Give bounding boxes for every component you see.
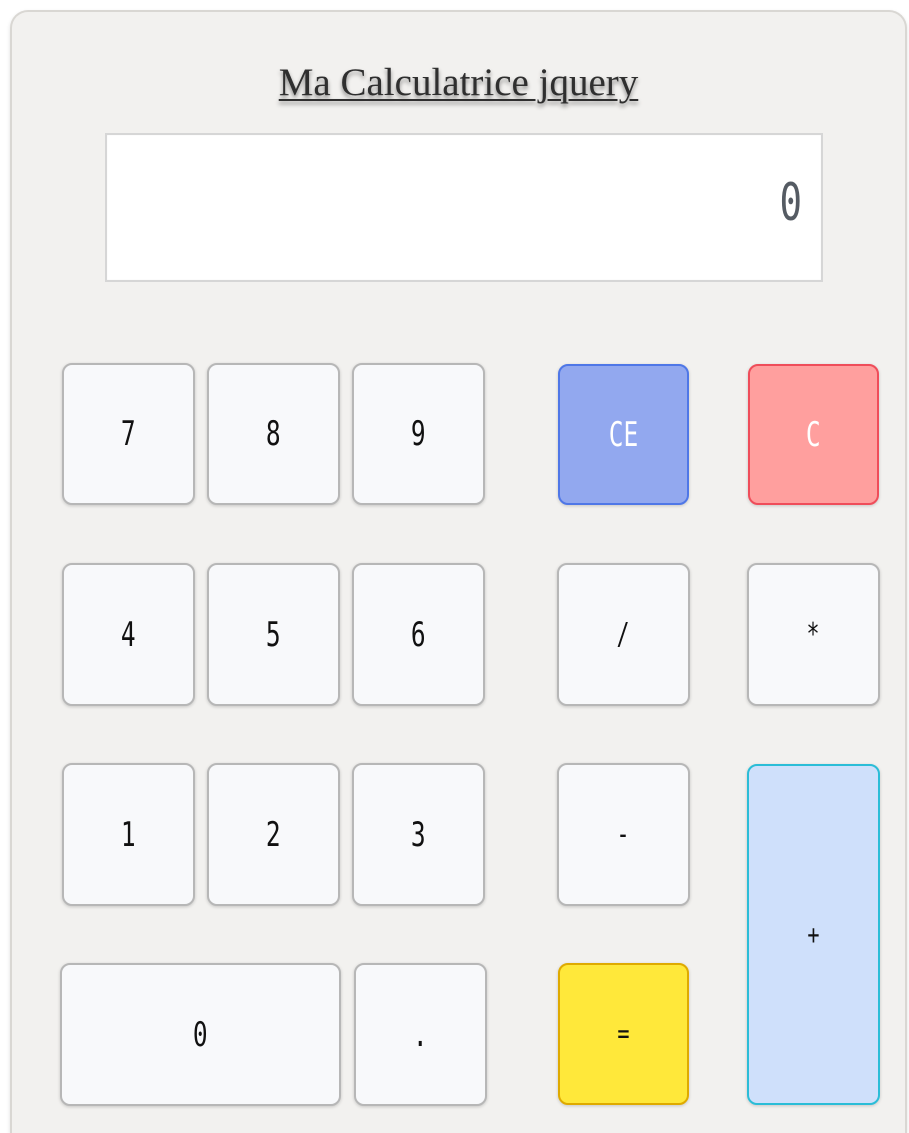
five-button[interactable]: 5 (207, 563, 340, 706)
zero-label: 0 (193, 1014, 208, 1055)
decimal-button[interactable]: . (354, 963, 487, 1106)
clear-entry-button[interactable]: CE (558, 364, 689, 505)
eight-label: 8 (266, 414, 281, 454)
calculator-display: 0 (105, 133, 823, 282)
minus-label: - (616, 816, 631, 852)
multiply-button[interactable]: * (747, 563, 880, 706)
zero-button[interactable]: 0 (60, 963, 341, 1106)
four-button[interactable]: 4 (62, 563, 195, 706)
two-button[interactable]: 2 (207, 763, 340, 906)
plus-label: + (807, 917, 820, 951)
five-label: 5 (266, 614, 281, 655)
minus-button[interactable]: - (557, 763, 690, 906)
divide-label: / (616, 616, 631, 652)
six-label: 6 (411, 614, 426, 655)
clear-label: C (806, 414, 821, 455)
two-label: 2 (266, 814, 281, 855)
equals-label: = (617, 1017, 630, 1050)
equals-button[interactable]: = (558, 963, 689, 1105)
one-label: 1 (121, 814, 136, 855)
nine-button[interactable]: 9 (352, 363, 485, 505)
seven-button[interactable]: 7 (62, 363, 195, 505)
three-button[interactable]: 3 (352, 763, 485, 906)
multiply-label: * (806, 616, 821, 652)
decimal-label: . (413, 1014, 428, 1055)
calculator-panel: Ma Calculatrice jquery 0 7 8 9 CE C 4 5 … (10, 10, 907, 1133)
three-label: 3 (411, 814, 426, 855)
clear-entry-label: CE (608, 414, 639, 455)
calculator-title: Ma Calculatrice jquery (278, 61, 639, 104)
clear-button[interactable]: C (748, 364, 879, 505)
display-value: 0 (779, 173, 802, 233)
plus-button[interactable]: + (747, 764, 880, 1105)
one-button[interactable]: 1 (62, 763, 195, 906)
eight-button[interactable]: 8 (207, 363, 340, 505)
seven-label: 7 (121, 414, 136, 454)
six-button[interactable]: 6 (352, 563, 485, 706)
nine-label: 9 (411, 414, 426, 454)
four-label: 4 (121, 614, 136, 655)
divide-button[interactable]: / (557, 563, 690, 706)
